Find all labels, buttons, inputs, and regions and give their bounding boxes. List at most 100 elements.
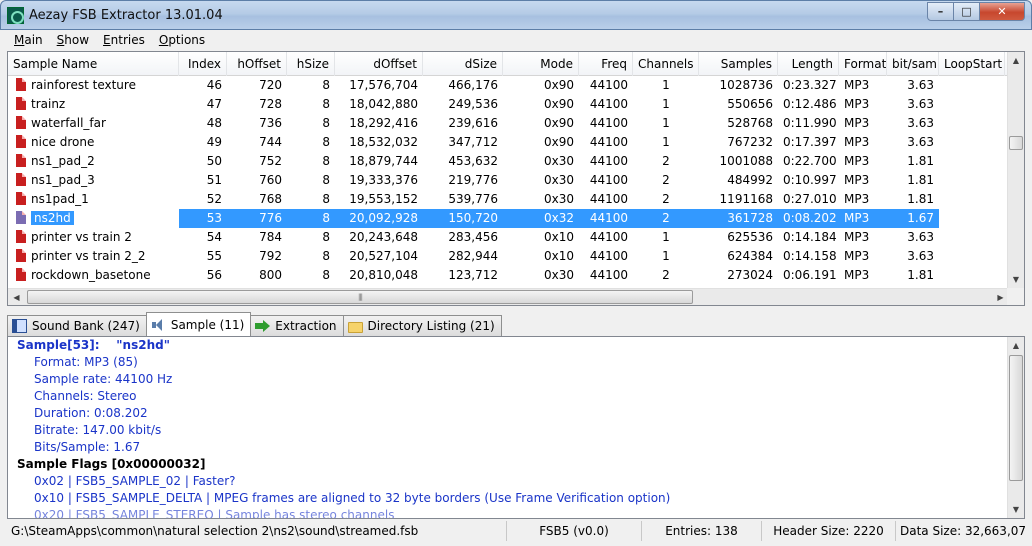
app-icon — [7, 7, 24, 24]
cell-mode: 0x90 — [543, 97, 574, 111]
cell-channels: 2 — [662, 192, 670, 206]
col-hsize[interactable]: hSize — [287, 52, 335, 76]
tab-sample[interactable]: Sample (11) — [145, 312, 252, 336]
hscroll-thumb[interactable]: ||| — [27, 290, 693, 304]
scroll-down-icon[interactable]: ▼ — [1008, 271, 1024, 288]
tab-extraction-label: Extraction — [275, 319, 337, 333]
tab-sound-bank[interactable]: Sound Bank (247) — [7, 315, 147, 336]
menu-show[interactable]: Show — [50, 33, 96, 47]
cell-format: MP3 — [844, 173, 870, 187]
col-mode[interactable]: Mode — [503, 52, 579, 76]
table-row[interactable]: printer vs train 2_2 55 792 8 20,527,104 282,… — [8, 247, 1009, 266]
cell-samples: 624384 — [727, 249, 773, 263]
cell-length: 0:14.158 — [783, 249, 837, 263]
status-data-size: Data Size: 32,663,072 — [900, 524, 1025, 538]
col-sample-name[interactable]: Sample Name — [8, 52, 179, 76]
table-row[interactable]: trainz 47 728 8 18,042,880 249,536 0x90 44100 1 5… — [8, 95, 1009, 114]
window-title: Aezay FSB Extractor 13.01.04 — [29, 8, 223, 23]
sample-list[interactable]: Sample Name Index hOffset hSize dOffset … — [7, 51, 1025, 306]
cell-doffset: 20,810,048 — [349, 268, 418, 282]
col-index[interactable]: Index — [179, 52, 227, 76]
close-button[interactable]: ✕ — [980, 2, 1025, 21]
col-bitsam[interactable]: bit/sam — [887, 52, 939, 76]
menu-main[interactable]: Main — [7, 33, 50, 47]
speaker-icon — [151, 318, 166, 332]
col-length[interactable]: Length — [778, 52, 839, 76]
col-loopstart[interactable]: LoopStart — [939, 52, 1005, 76]
col-hoffset[interactable]: hOffset — [227, 52, 287, 76]
details-flag: 0x10 | FSB5_SAMPLE_DELTA | MPEG frames a… — [34, 491, 671, 505]
cell-dsize: 239,616 — [448, 116, 498, 130]
table-row[interactable]: ns1_pad_2 50 752 8 18,879,744 453,632 0x30 4410… — [8, 152, 1009, 171]
cell-format: MP3 — [844, 135, 870, 149]
table-row[interactable]: ns1_pad_3 51 760 8 19,333,376 219,776 0x30 4410… — [8, 171, 1009, 190]
table-row[interactable]: rainforest texture 46 720 8 17,576,704 466,17… — [8, 76, 1009, 95]
col-channels[interactable]: Channels — [633, 52, 699, 76]
cell-hsize: 8 — [322, 97, 330, 111]
scroll-up-icon[interactable]: ▲ — [1008, 337, 1024, 354]
scroll-up-icon[interactable]: ▲ — [1008, 52, 1024, 69]
cell-doffset: 17,576,704 — [349, 78, 418, 92]
cell-hsize: 8 — [322, 192, 330, 206]
table-row[interactable]: nice drone 49 744 8 18,532,032 347,712 0x90 441… — [8, 133, 1009, 152]
cell-dsize: 283,456 — [448, 230, 498, 244]
col-doffset[interactable]: dOffset — [335, 52, 423, 76]
cell-hoffset: 744 — [259, 135, 282, 149]
maximize-button[interactable]: □ — [954, 2, 980, 21]
cell-dsize: 249,536 — [448, 97, 498, 111]
details-vertical-scrollbar[interactable]: ▲ ▼ — [1007, 337, 1024, 518]
cell-channels: 1 — [662, 135, 670, 149]
table-row[interactable]: ns2hd 53 776 8 20,092,928 150,720 0x32 44100 2 36… — [8, 209, 1009, 228]
menu-entries[interactable]: Entries — [96, 33, 152, 47]
list-vertical-scrollbar[interactable]: ▲ ▼ — [1007, 52, 1024, 288]
cell-length: 0:12.486 — [783, 97, 837, 111]
sound-file-icon — [16, 78, 26, 91]
cell-hoffset: 784 — [259, 230, 282, 244]
table-row[interactable]: printer vs train 2 54 784 8 20,243,648 283,45… — [8, 228, 1009, 247]
scroll-down-icon[interactable]: ▼ — [1008, 501, 1024, 518]
col-dsize[interactable]: dSize — [423, 52, 503, 76]
scroll-corner — [1007, 288, 1024, 305]
cell-dsize: 347,712 — [448, 135, 498, 149]
menu-show-label: how — [64, 33, 90, 47]
cell-format: MP3 — [844, 249, 870, 263]
table-row[interactable]: waterfall_far 48 736 8 18,292,416 239,616 0x90… — [8, 114, 1009, 133]
cell-bitsam: 3.63 — [907, 230, 934, 244]
cell-doffset: 20,092,928 — [335, 209, 423, 228]
cell-name: printer vs train 2 — [8, 228, 179, 247]
cell-length: 0:23.327 — [783, 78, 837, 92]
list-rows: rainforest texture 46 720 8 17,576,704 466,17… — [8, 76, 1009, 285]
list-horizontal-scrollbar[interactable]: ◀ ||| ▶ — [8, 288, 1009, 305]
cell-hsize: 8 — [322, 173, 330, 187]
cell-format: MP3 — [844, 116, 870, 130]
cell-bitsam: 1.81 — [907, 268, 934, 282]
cell-freq: 44100 — [589, 97, 628, 111]
cell-doffset: 18,532,032 — [349, 135, 418, 149]
cell-freq: 44100 — [589, 135, 628, 149]
cell-dsize: 123,712 — [448, 268, 498, 282]
cell-dsize: 282,944 — [448, 249, 498, 263]
sample-name: trainz — [31, 97, 66, 111]
tab-directory-listing[interactable]: Directory Listing (21) — [342, 315, 502, 336]
cell-channels: 1 — [662, 97, 670, 111]
sample-details-panel[interactable]: Sample[53]: "ns2hd" Format: MP3 (85) Sam… — [7, 336, 1025, 519]
scroll-left-icon[interactable]: ◀ — [8, 289, 25, 305]
sample-name: ns1pad_1 — [31, 192, 89, 206]
cell-freq: 44100 — [579, 209, 633, 228]
col-freq[interactable]: Freq — [579, 52, 633, 76]
details-scroll-thumb[interactable] — [1009, 355, 1023, 481]
col-format[interactable]: Format — [839, 52, 887, 76]
cell-hsize: 8 — [322, 135, 330, 149]
tab-extraction[interactable]: Extraction — [250, 315, 344, 336]
tab-directory-label: Directory Listing (21) — [367, 319, 495, 333]
menu-options[interactable]: Options — [152, 33, 212, 47]
cell-format: MP3 — [844, 78, 870, 92]
scroll-thumb[interactable] — [1009, 136, 1023, 150]
col-samples[interactable]: Samples — [699, 52, 778, 76]
table-row[interactable]: ns1pad_1 52 768 8 19,553,152 539,776 0x30 44100… — [8, 190, 1009, 209]
details-heading: Sample[53]: "ns2hd" — [8, 337, 1024, 354]
table-row[interactable]: rockdown_basetone 56 800 8 20,810,048 123,712… — [8, 266, 1009, 285]
sound-file-icon — [16, 230, 26, 243]
cell-hsize: 8 — [322, 230, 330, 244]
minimize-button[interactable]: – — [927, 2, 954, 21]
